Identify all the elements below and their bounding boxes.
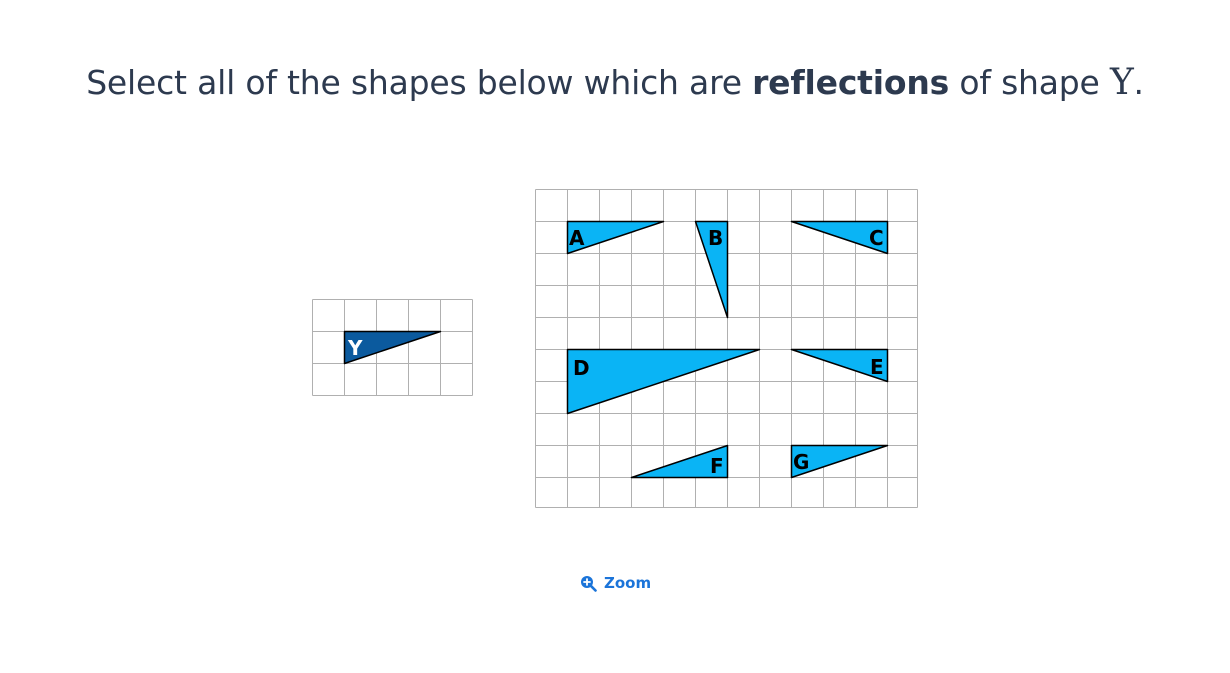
- option-a[interactable]: A: [566, 220, 665, 255]
- option-g[interactable]: G: [790, 444, 889, 479]
- question-emphasis: reflections: [752, 63, 950, 102]
- zoom-button[interactable]: Zoom: [580, 574, 651, 592]
- shape-d-label: D: [573, 356, 590, 380]
- zoom-in-icon: [580, 575, 597, 592]
- shape-c-label: C: [869, 226, 884, 250]
- reference-grid: Y: [312, 299, 473, 396]
- shape-b-label: B: [708, 226, 723, 250]
- shape-g-label: G: [793, 450, 809, 474]
- zoom-label: Zoom: [604, 574, 652, 592]
- question-shape-variable: Y: [1109, 62, 1134, 103]
- option-f[interactable]: F: [630, 444, 729, 479]
- shape-y-label: Y: [347, 336, 363, 360]
- shape-e-label: E: [870, 355, 884, 379]
- option-c[interactable]: C: [790, 220, 889, 255]
- question-text: Select all of the shapes below which are…: [86, 62, 1144, 103]
- option-e[interactable]: E: [790, 348, 889, 383]
- shape-a-label: A: [569, 226, 585, 250]
- option-b[interactable]: B: [694, 220, 729, 319]
- shape-f-label: F: [710, 454, 724, 478]
- options-grid: A B C D E F G: [535, 189, 918, 508]
